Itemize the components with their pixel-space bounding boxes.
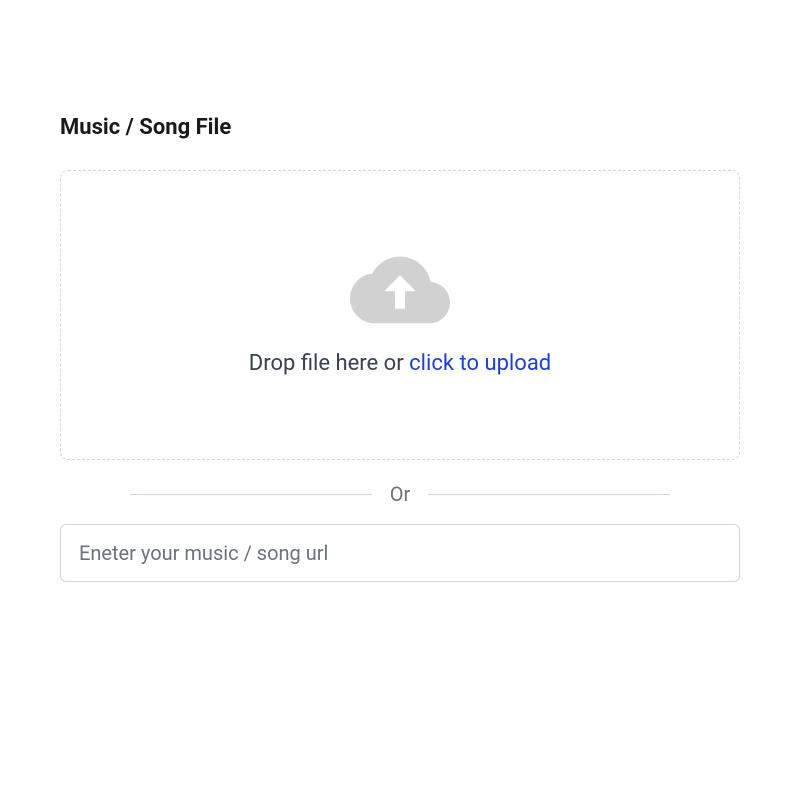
file-dropzone[interactable]: Drop file here or click to upload bbox=[60, 170, 740, 460]
dropzone-text-prefix: Drop file here or bbox=[249, 351, 409, 376]
divider-or: Or bbox=[130, 482, 670, 506]
divider-line-right bbox=[428, 494, 670, 495]
divider-line-left bbox=[130, 494, 372, 495]
dropzone-instruction: Drop file here or click to upload bbox=[249, 351, 551, 376]
music-url-input[interactable] bbox=[60, 524, 740, 582]
divider-label: Or bbox=[372, 482, 429, 506]
cloud-upload-icon bbox=[350, 255, 450, 329]
dropzone-link-text: click to upload bbox=[409, 351, 551, 376]
section-title-music-file: Music / Song File bbox=[60, 115, 740, 140]
